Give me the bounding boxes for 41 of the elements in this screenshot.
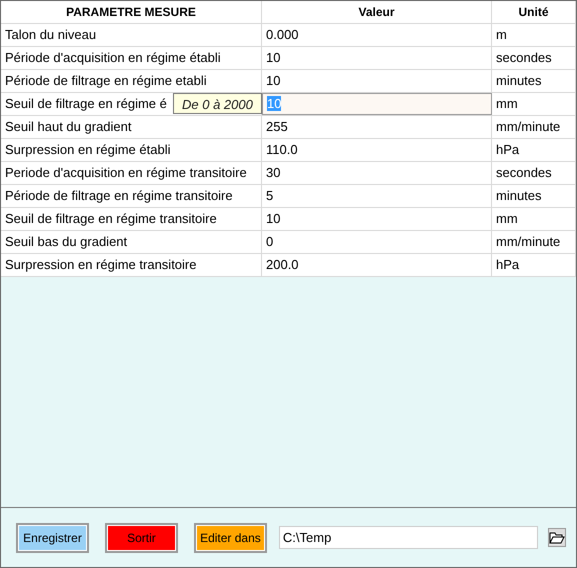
action-button[interactable]: Sortir xyxy=(104,522,178,552)
table-cell: Seuil de filtrage en régime transitoire xyxy=(1,208,262,230)
table-cell: Seuil bas du gradient xyxy=(1,231,262,253)
table-cell: hPa xyxy=(492,254,576,276)
table-cell: Période de filtrage en régime transitoire xyxy=(1,185,262,207)
column-header[interactable]: Unité xyxy=(492,1,576,23)
table-cell: 110.0 xyxy=(266,142,298,157)
table-cell: minutes xyxy=(492,185,576,207)
table-cell: mm xyxy=(492,208,576,230)
table-cell: 200.0 xyxy=(266,257,299,272)
table-cell: mm xyxy=(492,93,576,115)
action-button[interactable]: Enregistrer xyxy=(16,522,89,552)
table-cell: mm/minute xyxy=(492,116,576,138)
table-cell: Periode d'acquisition en régime transitoire xyxy=(1,162,262,184)
table-cell: 10 xyxy=(266,211,280,226)
table-cell: Période de filtrage en régime etabli xyxy=(1,70,262,92)
table-cell: 5 xyxy=(266,188,274,203)
action-button[interactable]: Editer dans xyxy=(194,522,267,552)
table-cell: secondes xyxy=(492,47,576,69)
table-cell: secondes xyxy=(492,162,576,184)
table-cell: m xyxy=(492,24,576,46)
table-cell: Période d'acquisition en régime établi xyxy=(1,47,262,69)
table-cell: Surpression en régime transitoire xyxy=(1,254,262,276)
table-cell: Seuil haut du gradient xyxy=(1,116,262,138)
column-header[interactable]: Valeur xyxy=(262,1,492,23)
table-cell: 255 xyxy=(266,119,288,134)
table-cell: 0.000 xyxy=(266,27,299,42)
table-cell: mm/minute xyxy=(492,231,576,253)
path-field[interactable]: C:\Temp xyxy=(278,526,538,549)
table-cell: 10 xyxy=(266,50,280,65)
folder-icon xyxy=(548,532,565,544)
table-cell: Talon du niveau xyxy=(1,24,262,46)
table-cell: minutes xyxy=(492,70,576,92)
folder-button[interactable] xyxy=(548,528,566,547)
table-cell: 30 xyxy=(266,165,280,180)
table-cell: 0 xyxy=(266,234,274,249)
table-cell: hPa xyxy=(492,139,576,161)
column-header[interactable]: PARAMETRE MESURE xyxy=(1,1,262,23)
table-cell: Surpression en régime établi xyxy=(1,139,262,161)
tooltip: De 0 à 2000 xyxy=(173,93,262,114)
table-cell: 10 xyxy=(266,73,280,88)
